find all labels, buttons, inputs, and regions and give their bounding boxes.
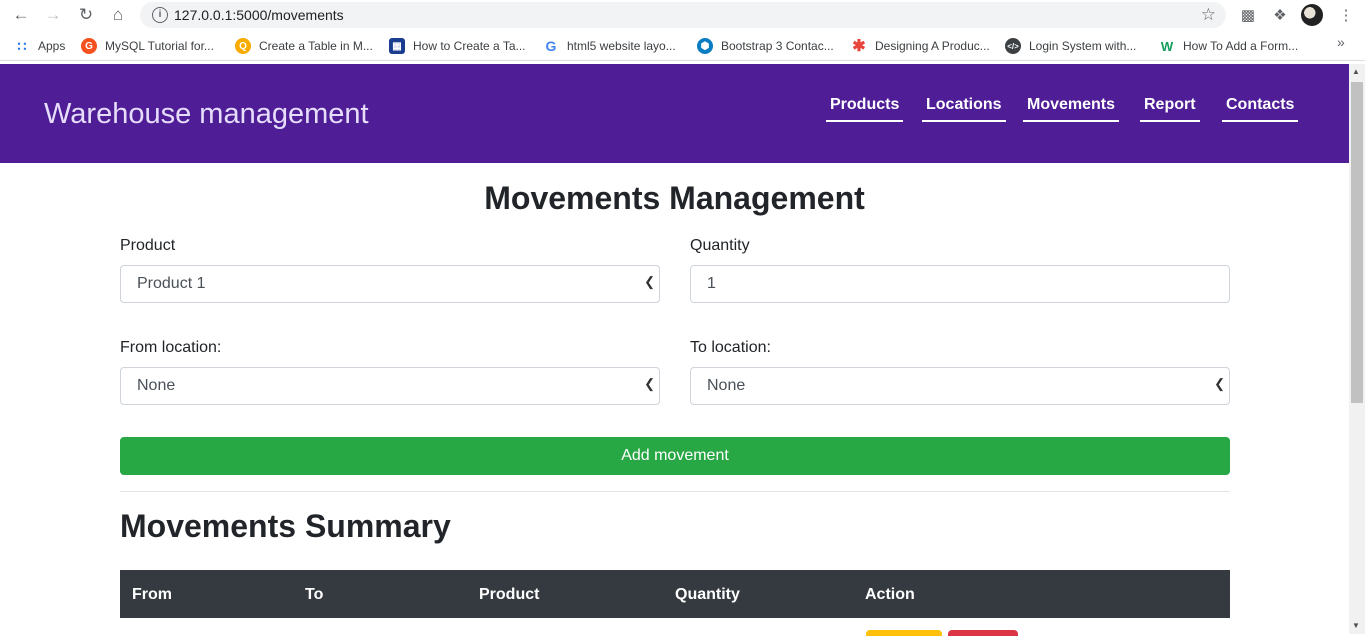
scrollbar-thumb[interactable] xyxy=(1351,82,1363,403)
column-header-product: Product xyxy=(479,586,540,603)
to-location-label: To location: xyxy=(690,339,771,356)
forward-arrow-icon[interactable]: → xyxy=(42,4,64,26)
section-divider xyxy=(120,491,1230,492)
profile-avatar[interactable] xyxy=(1301,4,1323,26)
to-location-value: None xyxy=(707,377,746,394)
quantity-input[interactable]: 1 xyxy=(690,265,1230,303)
quantity-input-value: 1 xyxy=(707,275,716,292)
summary-title: Movements Summary xyxy=(120,508,451,544)
product-label: Product xyxy=(120,237,176,254)
scroll-up-arrow-icon[interactable]: ▲ xyxy=(1352,67,1360,76)
bookmark-star-icon[interactable]: ☆ xyxy=(1201,5,1216,25)
code-icon: </> xyxy=(1005,38,1021,54)
product-select[interactable]: Product 1 ❮ xyxy=(120,265,660,303)
nav-link-movements[interactable]: Movements xyxy=(1023,96,1120,122)
search-magnifier-icon: Q xyxy=(235,38,251,54)
google-icon: G xyxy=(545,38,557,54)
home-icon[interactable]: ⌂ xyxy=(107,4,129,26)
site-info-icon[interactable]: i xyxy=(152,7,168,23)
page-title: Movements Management xyxy=(484,180,865,216)
nav-link-contacts[interactable]: Contacts xyxy=(1222,96,1299,122)
column-header-to: To xyxy=(305,586,324,603)
column-header-from: From xyxy=(132,586,172,603)
bookmark-add-form[interactable]: W How To Add a Form... xyxy=(1159,37,1298,55)
chevron-down-icon: ❮ xyxy=(1214,376,1225,391)
reload-icon[interactable]: ↻ xyxy=(75,4,97,26)
chevron-down-icon: ❮ xyxy=(644,274,655,289)
puzzle-extension-icon[interactable]: ❖ xyxy=(1270,5,1290,25)
back-arrow-icon[interactable]: ← xyxy=(10,4,32,26)
bookmark-html5-layout[interactable]: G html5 website layo... xyxy=(543,37,676,55)
scroll-down-arrow-icon[interactable]: ▼ xyxy=(1352,621,1360,630)
bookmark-label: Apps xyxy=(38,39,66,53)
from-location-value: None xyxy=(137,377,176,394)
bookmarks-bar: ∷ Apps G MySQL Tutorial for... Q Create … xyxy=(0,30,1365,61)
bookmark-create-table[interactable]: Q Create a Table in M... xyxy=(235,37,373,55)
edit-button[interactable] xyxy=(866,630,942,636)
bookmark-label: html5 website layo... xyxy=(567,39,676,53)
product-select-value: Product 1 xyxy=(137,275,206,292)
column-header-quantity: Quantity xyxy=(675,586,740,603)
site-header: Warehouse management Products Locations … xyxy=(0,64,1349,163)
bookmark-label: How To Add a Form... xyxy=(1183,39,1299,53)
bookmark-label: How to Create a Ta... xyxy=(413,39,526,53)
bookmarks-overflow-icon[interactable]: » xyxy=(1337,34,1345,50)
nav-link-products[interactable]: Products xyxy=(826,96,904,122)
add-movement-button[interactable]: Add movement xyxy=(120,437,1230,475)
movements-table-header: From To Product Quantity Action xyxy=(120,570,1230,618)
hexagon-icon: ⬢ xyxy=(697,38,713,54)
bookmark-login-system[interactable]: </> Login System with... xyxy=(1005,37,1136,55)
nav-link-report[interactable]: Report xyxy=(1140,96,1200,122)
bookmark-label: Bootstrap 3 Contac... xyxy=(721,39,834,53)
quantity-label: Quantity xyxy=(690,237,750,254)
bookmark-apps[interactable]: ∷ Apps xyxy=(14,37,66,55)
address-url[interactable]: 127.0.0.1:5000/movements xyxy=(174,7,344,23)
bookmark-designing-product[interactable]: ✱ Designing A Produc... xyxy=(851,37,990,55)
from-location-label: From location: xyxy=(120,339,222,356)
bookmark-label: Create a Table in M... xyxy=(259,39,373,53)
bookmark-how-to-create[interactable]: ▦ How to Create a Ta... xyxy=(389,37,526,55)
kebab-menu-icon[interactable]: ⋮ xyxy=(1336,5,1356,25)
table-grid-icon: ▦ xyxy=(389,38,405,54)
address-bar[interactable]: i 127.0.0.1:5000/movements ☆ xyxy=(140,2,1226,28)
chart-extension-icon[interactable]: ▩ xyxy=(1238,5,1258,25)
chevron-down-icon: ❮ xyxy=(644,376,655,391)
column-header-action: Action xyxy=(865,586,915,603)
bookmark-mysql[interactable]: G MySQL Tutorial for... xyxy=(81,37,214,55)
asterisk-icon: ✱ xyxy=(852,38,866,55)
mysql-tutorial-icon: G xyxy=(81,38,97,54)
brand-title[interactable]: Warehouse management xyxy=(44,98,369,131)
apps-grid-icon: ∷ xyxy=(17,37,27,54)
bookmark-label: Login System with... xyxy=(1029,39,1137,53)
delete-button[interactable] xyxy=(948,630,1018,636)
bookmark-label: MySQL Tutorial for... xyxy=(105,39,214,53)
nav-link-locations[interactable]: Locations xyxy=(922,96,1006,122)
bookmark-label: Designing A Produc... xyxy=(875,39,990,53)
bookmark-bootstrap-contact[interactable]: ⬢ Bootstrap 3 Contac... xyxy=(697,37,834,55)
to-location-select[interactable]: None ❮ xyxy=(690,367,1230,405)
from-location-select[interactable]: None ❮ xyxy=(120,367,660,405)
browser-toolbar: ← → ↻ ⌂ i 127.0.0.1:5000/movements ☆ ▩ ❖… xyxy=(0,0,1365,30)
w-logo-icon: W xyxy=(1160,38,1174,54)
